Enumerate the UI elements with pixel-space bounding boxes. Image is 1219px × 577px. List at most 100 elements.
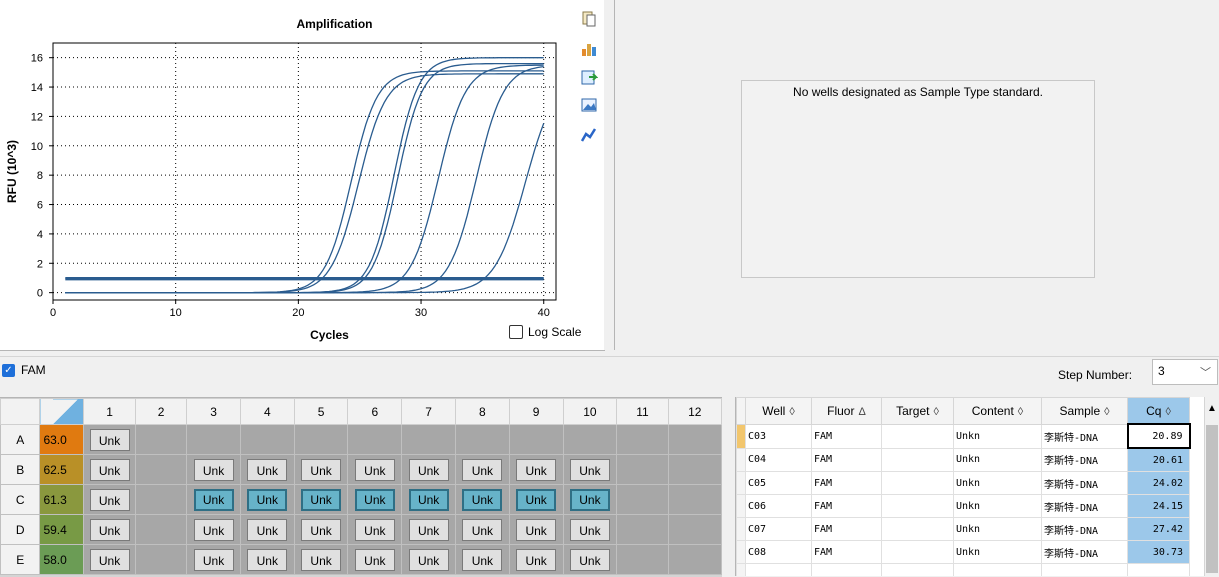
results-cell-well[interactable]: C07 bbox=[745, 517, 812, 541]
plate-well[interactable] bbox=[401, 424, 456, 455]
plate-well[interactable]: Unk bbox=[401, 514, 456, 545]
plate-col-header[interactable]: 5 bbox=[293, 398, 349, 425]
plate-col-header[interactable]: 11 bbox=[616, 398, 669, 425]
plate-well[interactable]: Unk bbox=[347, 514, 403, 545]
results-cell-sample[interactable]: 李斯特-DNA bbox=[1041, 447, 1128, 472]
plate-well[interactable] bbox=[186, 424, 241, 455]
plate-well[interactable] bbox=[667, 514, 722, 545]
plate-col-header[interactable]: 3 bbox=[186, 398, 241, 425]
results-cell-cq[interactable] bbox=[1127, 563, 1190, 576]
plate-well[interactable] bbox=[667, 544, 722, 575]
results-row[interactable]: C07 FAM Unkn 李斯特-DNA 27.42 bbox=[736, 517, 1190, 541]
plate-col-header[interactable]: 7 bbox=[401, 398, 456, 425]
plate-well[interactable] bbox=[616, 544, 669, 575]
results-cell-sample[interactable]: 李斯特-DNA bbox=[1041, 494, 1128, 518]
plate-col-header[interactable]: 9 bbox=[508, 398, 564, 425]
results-cell-well[interactable] bbox=[745, 563, 812, 576]
results-cell-content[interactable] bbox=[953, 563, 1042, 576]
plate-well[interactable]: Unk bbox=[347, 454, 403, 485]
plate-row-header[interactable]: B bbox=[0, 454, 41, 485]
plate-well[interactable]: Unk bbox=[455, 514, 510, 545]
plate-well[interactable]: Unk bbox=[293, 544, 349, 575]
results-cell-content[interactable]: Unkn bbox=[953, 540, 1042, 564]
plate-well[interactable]: Unk bbox=[562, 454, 618, 485]
plate-row-header[interactable]: E bbox=[0, 544, 41, 575]
results-cell-content[interactable]: Unkn bbox=[953, 471, 1042, 495]
plate-col-header[interactable]: 10 bbox=[562, 398, 618, 425]
plate-well[interactable]: Unk bbox=[239, 544, 295, 575]
sort-icon[interactable]: ◊ bbox=[789, 406, 794, 418]
plate-well[interactable]: Unk bbox=[455, 454, 510, 485]
results-cell-target[interactable] bbox=[881, 517, 954, 541]
plate-well[interactable]: Unk bbox=[186, 514, 241, 545]
results-row[interactable]: C06 FAM Unkn 李斯特-DNA 24.15 bbox=[736, 494, 1190, 518]
results-cell-fluor[interactable]: FAM bbox=[811, 447, 882, 472]
plate-well[interactable]: Unk bbox=[83, 484, 136, 515]
results-cell-target[interactable] bbox=[881, 471, 954, 495]
plate-well[interactable] bbox=[455, 424, 510, 455]
panel-splitter[interactable] bbox=[604, 0, 614, 350]
plate-well[interactable]: Unk bbox=[239, 484, 295, 515]
results-cell-target[interactable] bbox=[881, 563, 954, 576]
plate-well[interactable] bbox=[667, 484, 722, 515]
results-cell-sample[interactable]: 李斯特-DNA bbox=[1041, 471, 1128, 495]
plate-row-header[interactable]: D bbox=[0, 514, 41, 545]
results-cell-content[interactable]: Unkn bbox=[953, 494, 1042, 518]
results-cell-sample[interactable]: 李斯特-DNA bbox=[1041, 517, 1128, 541]
results-cell-cq[interactable]: 27.42 bbox=[1127, 517, 1190, 541]
results-cell-sample[interactable] bbox=[1041, 563, 1128, 576]
results-row[interactable]: C08 FAM Unkn 李斯特-DNA 30.73 bbox=[736, 540, 1190, 564]
plate-well[interactable] bbox=[616, 514, 669, 545]
plate-well[interactable]: Unk bbox=[401, 484, 456, 515]
results-cell-well[interactable]: C06 bbox=[745, 494, 812, 518]
results-cell-fluor[interactable]: FAM bbox=[811, 423, 882, 449]
results-cell-cq[interactable]: 20.61 bbox=[1127, 447, 1190, 472]
results-col-header[interactable]: Well ◊ bbox=[745, 397, 812, 425]
results-cell-cq[interactable]: 20.89 bbox=[1126, 423, 1191, 449]
sort-icon[interactable]: ◊ bbox=[1018, 406, 1023, 418]
plate-well[interactable]: Unk bbox=[293, 514, 349, 545]
plate-well[interactable]: Unk bbox=[347, 544, 403, 575]
plate-col-header[interactable]: 12 bbox=[667, 398, 722, 425]
sort-icon[interactable]: Δ bbox=[858, 406, 865, 418]
results-cell-target[interactable] bbox=[881, 447, 954, 472]
results-cell-well[interactable]: C04 bbox=[745, 447, 812, 472]
results-row[interactable]: C04 FAM Unkn 李斯特-DNA 20.61 bbox=[736, 447, 1190, 472]
plate-col-header[interactable]: 6 bbox=[347, 398, 403, 425]
sort-icon[interactable]: ◊ bbox=[933, 406, 938, 418]
results-col-header[interactable]: Cq ◊ bbox=[1127, 397, 1190, 425]
results-cell-sample[interactable]: 李斯特-DNA bbox=[1041, 423, 1128, 449]
plate-well[interactable]: Unk bbox=[239, 514, 295, 545]
image-icon[interactable] bbox=[580, 96, 598, 114]
results-cell-sample[interactable]: 李斯特-DNA bbox=[1041, 540, 1128, 564]
results-cell-well[interactable]: C05 bbox=[745, 471, 812, 495]
results-cell-content[interactable]: Unkn bbox=[953, 423, 1042, 449]
plate-row-header[interactable]: A bbox=[0, 424, 41, 455]
plate-row-header[interactable]: C bbox=[0, 484, 41, 515]
plate-corner[interactable] bbox=[0, 398, 41, 425]
plate-well[interactable] bbox=[134, 454, 188, 485]
plate-well[interactable]: Unk bbox=[186, 454, 241, 485]
plate-well[interactable] bbox=[293, 424, 349, 455]
copy-icon[interactable] bbox=[580, 10, 598, 28]
results-cell-cq[interactable]: 24.02 bbox=[1127, 471, 1190, 495]
sort-icon[interactable]: ◊ bbox=[1165, 406, 1170, 418]
plate-well[interactable]: Unk bbox=[186, 544, 241, 575]
results-cell-well[interactable]: C08 bbox=[745, 540, 812, 564]
log-scale-checkbox[interactable]: Log Scale bbox=[509, 325, 581, 339]
results-row[interactable] bbox=[736, 563, 1190, 576]
plate-well[interactable] bbox=[616, 454, 669, 485]
plate-well[interactable] bbox=[667, 454, 722, 485]
plate-well[interactable] bbox=[616, 424, 669, 455]
results-cell-fluor[interactable]: FAM bbox=[811, 517, 882, 541]
sort-icon[interactable]: ◊ bbox=[1104, 406, 1109, 418]
plate-well[interactable]: Unk bbox=[293, 484, 349, 515]
plate-col-header[interactable]: 2 bbox=[134, 398, 188, 425]
results-cell-fluor[interactable] bbox=[811, 563, 882, 576]
plate-corner-temp[interactable] bbox=[39, 398, 85, 425]
plate-well[interactable]: Unk bbox=[293, 454, 349, 485]
results-row[interactable]: C03 FAM Unkn 李斯特-DNA 20.89 bbox=[736, 423, 1191, 449]
checkbox-icon[interactable] bbox=[509, 325, 523, 339]
results-cell-cq[interactable]: 24.15 bbox=[1127, 494, 1190, 518]
results-cell-cq[interactable]: 30.73 bbox=[1127, 540, 1190, 564]
